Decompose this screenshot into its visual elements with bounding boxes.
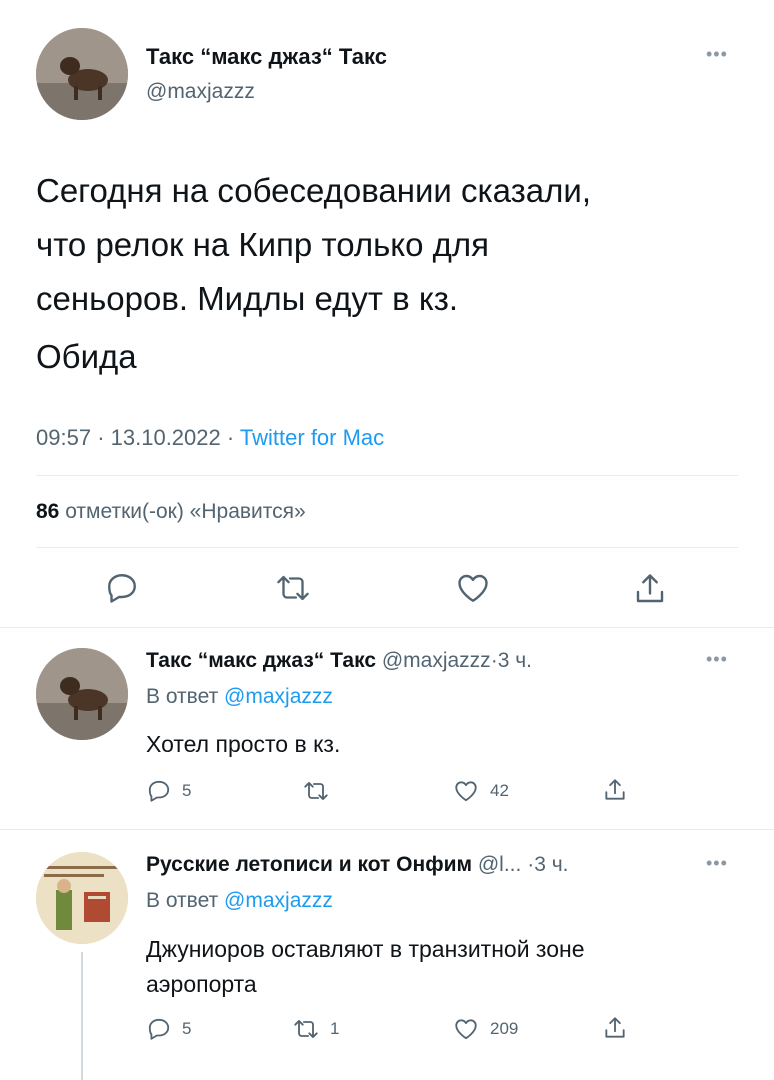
more-icon[interactable]: ••• xyxy=(706,44,728,65)
separator: · xyxy=(226,425,235,450)
tweet-text-line: сеньоров. Мидлы едут в кз. xyxy=(36,280,458,317)
retweet-count: 1 xyxy=(330,1019,340,1038)
reply-icon xyxy=(146,778,172,804)
like-icon xyxy=(452,778,480,804)
reply-to: В ответ @maxjazzz xyxy=(146,685,333,709)
retweet-button[interactable] xyxy=(302,778,340,804)
reply-to-label: В ответ xyxy=(146,685,219,708)
main-tweet-text-second: Обида xyxy=(36,338,137,375)
share-icon[interactable] xyxy=(602,1014,628,1042)
likes-count: 86 xyxy=(36,500,60,523)
reply-header: Русские летописи и кот Онфим @l... ·3 ч. xyxy=(146,853,569,877)
reply-text-line: аэропорта xyxy=(146,971,257,997)
tweet-time: 09:57 xyxy=(36,425,92,450)
tweet-source[interactable]: Twitter for Mac xyxy=(240,425,384,450)
retweet-icon xyxy=(302,778,330,804)
main-avatar[interactable] xyxy=(36,28,128,120)
main-display-name[interactable]: Такс “макс джаз“ Такс xyxy=(146,44,387,70)
divider xyxy=(36,475,738,476)
like-button[interactable]: 42 xyxy=(452,778,509,804)
like-button[interactable]: 209 xyxy=(452,1016,518,1042)
reply-icon xyxy=(146,1016,172,1042)
separator: · xyxy=(97,425,105,450)
reply-text-line: Джуниоров оставляют в транзитной зоне xyxy=(146,936,585,962)
reply-button[interactable]: 5 xyxy=(146,778,191,804)
reply-handle[interactable]: @maxjazzz xyxy=(382,649,491,672)
thread-line xyxy=(81,952,83,1080)
retweet-icon xyxy=(292,1016,320,1042)
divider xyxy=(0,627,774,628)
reply-header: Такс “макс джаз“ Такс @maxjazzz·3 ч. xyxy=(146,649,532,673)
like-count: 209 xyxy=(490,1019,519,1038)
divider xyxy=(0,829,774,830)
divider xyxy=(36,547,738,548)
reply-button[interactable]: 5 xyxy=(146,1016,191,1042)
reply-time[interactable]: 3 ч. xyxy=(534,853,568,876)
tweet-meta: 09:57 · 13.10.2022 · Twitter for Mac xyxy=(36,425,384,451)
retweet-button[interactable]: 1 xyxy=(292,1016,339,1042)
reply-display-name[interactable]: Такс “макс джаз“ Такс xyxy=(146,649,376,672)
more-icon[interactable]: ••• xyxy=(706,649,728,670)
reply-count: 5 xyxy=(182,1019,192,1038)
main-handle[interactable]: @maxjazzz xyxy=(146,80,255,104)
reply-to-handle[interactable]: @maxjazzz xyxy=(224,685,333,708)
retweet-icon[interactable] xyxy=(274,570,312,606)
share-icon[interactable] xyxy=(632,570,668,608)
tweet-text-line: что релок на Кипр только для xyxy=(36,226,489,263)
like-icon xyxy=(452,1016,480,1042)
like-count: 42 xyxy=(490,781,509,800)
reply-count: 5 xyxy=(182,781,192,800)
likes-label: отметки(-ок) «Нравится» xyxy=(65,500,306,523)
reply-text: Джуниоров оставляют в транзитной зоне аэ… xyxy=(146,932,585,1002)
tweet-text-line: Сегодня на собеседовании сказали, xyxy=(36,172,591,209)
reply-to: В ответ @maxjazzz xyxy=(146,889,333,913)
reply-text: Хотел просто в кз. xyxy=(146,731,341,757)
reply-avatar[interactable] xyxy=(36,852,128,944)
reply-time[interactable]: 3 ч. xyxy=(498,649,532,672)
reply-icon[interactable] xyxy=(104,570,140,606)
reply-to-handle[interactable]: @maxjazzz xyxy=(224,889,333,912)
reply-handle[interactable]: @l... xyxy=(478,853,522,876)
like-icon[interactable] xyxy=(454,570,492,606)
separator: · xyxy=(490,649,498,672)
likes-summary[interactable]: 86 отметки(-ок) «Нравится» xyxy=(36,500,306,524)
more-icon[interactable]: ••• xyxy=(706,853,728,874)
main-tweet-text: Сегодня на собеседовании сказали, что ре… xyxy=(36,164,591,326)
reply-display-name[interactable]: Русские летописи и кот Онфим xyxy=(146,853,472,876)
reply-to-label: В ответ xyxy=(146,889,219,912)
share-icon[interactable] xyxy=(602,776,628,804)
tweet-date: 13.10.2022 xyxy=(110,425,221,450)
reply-avatar[interactable] xyxy=(36,648,128,740)
